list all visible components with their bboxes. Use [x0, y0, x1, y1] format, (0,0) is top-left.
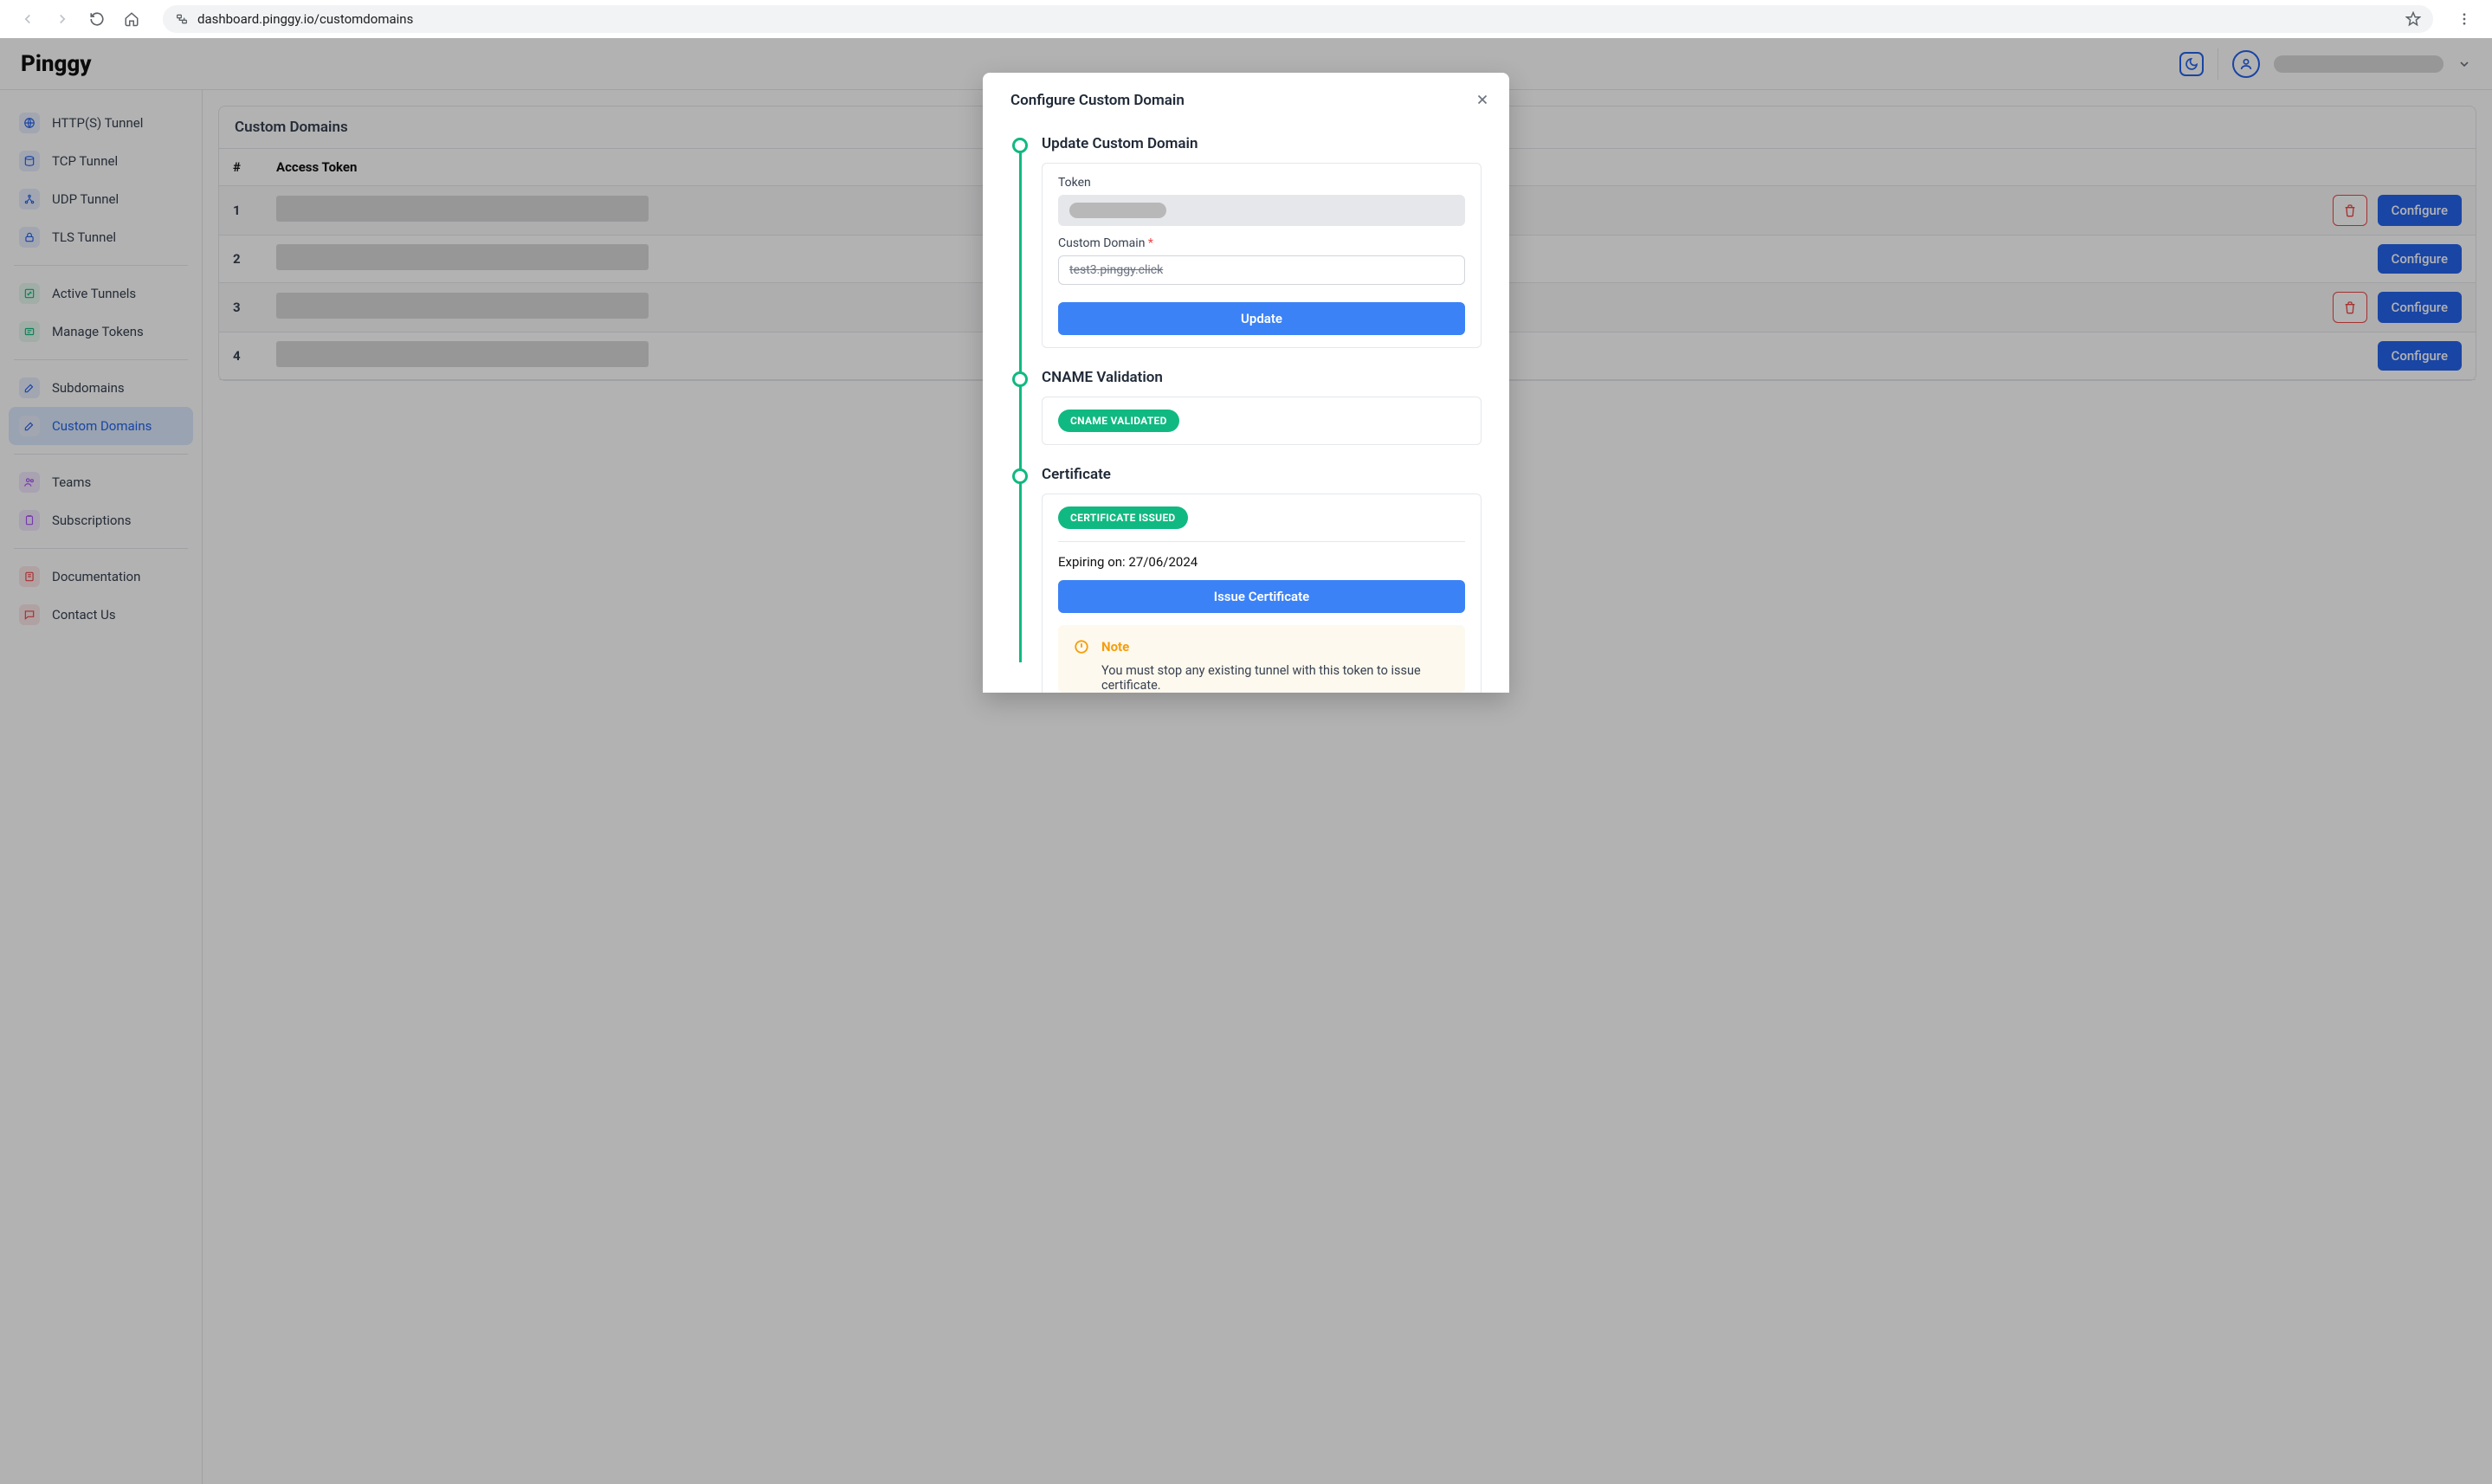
back-button[interactable]	[14, 5, 42, 33]
step-dot-icon	[1012, 371, 1028, 387]
update-button[interactable]: Update	[1058, 302, 1465, 335]
home-button[interactable]	[118, 5, 145, 33]
issue-certificate-button[interactable]: Issue Certificate	[1058, 580, 1465, 613]
forward-button[interactable]	[48, 5, 76, 33]
domain-label: Custom Domain *	[1058, 236, 1465, 250]
reload-button[interactable]	[83, 5, 111, 33]
note-body: You must stop any existing tunnel with t…	[1101, 663, 1449, 693]
step1-title: Update Custom Domain	[1042, 135, 1482, 152]
note-title: Note	[1101, 639, 1449, 655]
address-bar[interactable]: dashboard.pinggy.io/customdomains	[163, 5, 2433, 33]
custom-domain-input[interactable]	[1058, 255, 1465, 285]
token-value-redacted	[1069, 203, 1166, 218]
step-dot-icon	[1012, 468, 1028, 484]
step3-title: Certificate	[1042, 466, 1482, 483]
browser-toolbar: dashboard.pinggy.io/customdomains	[0, 0, 2492, 38]
step2-title: CNAME Validation	[1042, 369, 1482, 386]
modal-title: Configure Custom Domain	[1010, 92, 1482, 109]
note-alert: Note You must stop any existing tunnel w…	[1058, 625, 1465, 693]
alert-icon	[1074, 639, 1089, 693]
site-info-icon[interactable]	[175, 12, 189, 26]
expiry-text: Expiring on: 27/06/2024	[1058, 554, 1465, 570]
token-label: Token	[1058, 176, 1465, 190]
token-field	[1058, 195, 1465, 226]
close-icon[interactable]	[1475, 92, 1490, 107]
url-text: dashboard.pinggy.io/customdomains	[197, 11, 2397, 27]
bookmark-icon[interactable]	[2405, 11, 2421, 27]
configure-domain-modal: Configure Custom Domain Update Custom Do…	[983, 73, 1509, 693]
menu-button[interactable]	[2450, 5, 2478, 33]
cname-validated-badge: CNAME VALIDATED	[1058, 410, 1179, 432]
step-dot-icon	[1012, 138, 1028, 153]
certificate-issued-badge: CERTIFICATE ISSUED	[1058, 506, 1188, 529]
